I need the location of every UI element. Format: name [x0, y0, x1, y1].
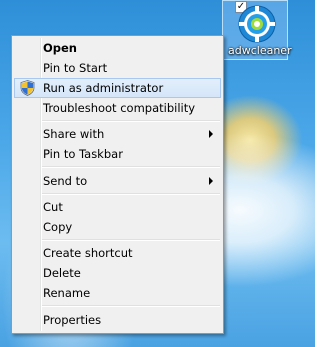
- menu-item-label: Send to: [43, 174, 88, 188]
- menu-item-rename[interactable]: Rename: [14, 283, 221, 303]
- menu-item-label: Properties: [43, 313, 102, 327]
- menu-separator: [42, 166, 220, 168]
- menu-item-open[interactable]: Open: [14, 38, 221, 58]
- menu-item-create-shortcut[interactable]: Create shortcut: [14, 243, 221, 263]
- submenu-arrow-icon: [209, 177, 213, 185]
- adwcleaner-app-icon: [238, 3, 276, 47]
- menu-item-label: Rename: [43, 286, 91, 300]
- menu-separator: [42, 120, 220, 122]
- menu-item-troubleshoot-compatibility[interactable]: Troubleshoot compatibility: [14, 98, 221, 118]
- menu-item-label: Copy: [43, 220, 73, 234]
- menu-separator: [42, 239, 220, 241]
- menu-item-send-to[interactable]: Send to: [14, 171, 221, 191]
- submenu-arrow-icon: [209, 130, 213, 138]
- desktop-icon-adwcleaner[interactable]: ✓ adwcleaner: [222, 0, 292, 60]
- menu-item-properties[interactable]: Properties: [14, 310, 221, 330]
- menu-item-delete[interactable]: Delete: [14, 263, 221, 283]
- menu-item-label: Share with: [43, 127, 105, 141]
- menu-item-label: Pin to Taskbar: [43, 147, 123, 161]
- desktop-icon-label: adwcleaner: [228, 44, 292, 57]
- menu-item-label: Delete: [43, 266, 81, 280]
- menu-item-label: Pin to Start: [43, 61, 108, 75]
- menu-item-label: Open: [43, 41, 77, 55]
- menu-item-label: Cut: [43, 200, 63, 214]
- menu-item-share-with[interactable]: Share with: [14, 124, 221, 144]
- menu-item-run-as-administrator[interactable]: Run as administrator: [14, 78, 221, 98]
- menu-item-pin-to-taskbar[interactable]: Pin to Taskbar: [14, 144, 221, 164]
- context-menu: Open Pin to Start Run as administrator T…: [11, 35, 224, 334]
- menu-item-cut[interactable]: Cut: [14, 197, 221, 217]
- menu-item-label: Troubleshoot compatibility: [43, 101, 196, 115]
- menu-item-pin-to-start[interactable]: Pin to Start: [14, 58, 221, 78]
- menu-separator: [42, 193, 220, 195]
- menu-separator: [42, 305, 220, 307]
- menu-item-label: Create shortcut: [43, 246, 133, 260]
- menu-item-copy[interactable]: Copy: [14, 217, 221, 237]
- menu-item-label: Run as administrator: [43, 81, 164, 95]
